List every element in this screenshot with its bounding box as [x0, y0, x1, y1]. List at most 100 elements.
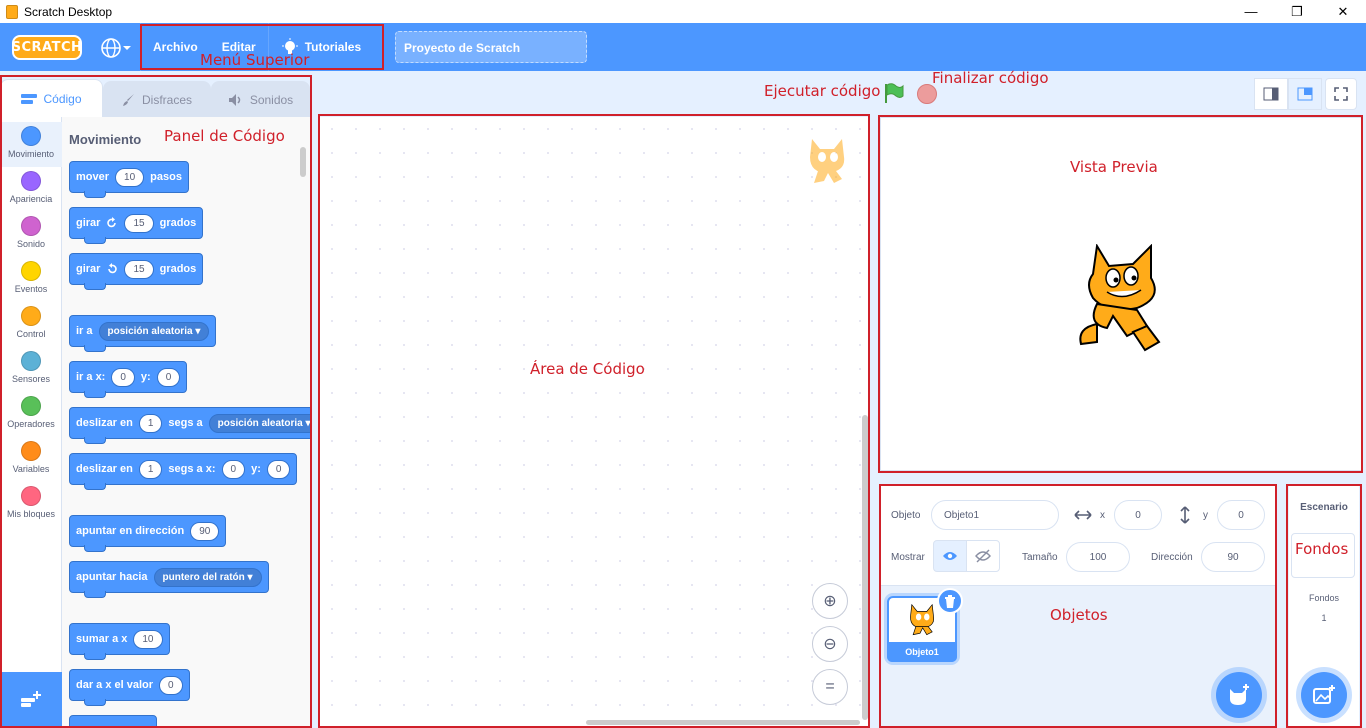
sprite-name-input[interactable]: Objeto1 [931, 500, 1059, 530]
category-operators[interactable]: Operadores [0, 392, 62, 437]
size-label: Tamaño [1022, 552, 1058, 563]
block-text: apuntar hacia [76, 571, 148, 583]
eye-slash-icon [975, 549, 991, 563]
block-text: mover [76, 171, 110, 183]
block-dropdown[interactable]: posición aleatoria ▾ [208, 413, 310, 433]
zoom-in-button[interactable]: ⊕ [812, 583, 848, 619]
close-button[interactable]: ✕ [1320, 0, 1366, 23]
category-my-blocks[interactable]: Mis bloques [0, 482, 62, 527]
category-looks[interactable]: Apariencia [0, 167, 62, 212]
size-input[interactable]: 100 [1066, 542, 1130, 572]
block-input[interactable]: 0 [221, 459, 246, 479]
code-area[interactable] [320, 117, 870, 728]
dropdown-value: posición aleatoria [217, 417, 303, 429]
category-sensing[interactable]: Sensores [0, 347, 62, 392]
show-label: Mostrar [891, 552, 925, 563]
hide-sprite-button[interactable] [966, 540, 1000, 572]
normal-stage-button[interactable] [1288, 78, 1322, 110]
block-change-x[interactable]: sumar a x 10 [69, 623, 170, 660]
image-plus-icon [1313, 685, 1335, 704]
category-sound[interactable]: Sonido [0, 212, 62, 257]
cat-plus-icon [1230, 684, 1249, 705]
category-control[interactable]: Control [0, 302, 62, 347]
block-point-towards[interactable]: apuntar hacia puntero del ratón ▾ [69, 561, 269, 598]
category-label: Apariencia [9, 194, 53, 204]
palette-scrollbar[interactable] [300, 147, 306, 177]
stage-selector[interactable]: Escenario Fondos 1 [1289, 486, 1359, 728]
stop-icon[interactable] [917, 84, 937, 104]
block-set-x[interactable]: dar a x el valor 0 [69, 669, 190, 706]
title-bar: Scratch Desktop — ❐ ✕ [0, 0, 1366, 23]
direction-input[interactable]: 90 [1201, 542, 1265, 572]
sprite-info: Objeto Objeto1 x 0 y 0 Mostrar Tamaño 10… [880, 486, 1276, 586]
project-title-input[interactable]: Proyecto de Scratch [395, 31, 587, 63]
annotation-sprites: Objetos [1050, 606, 1108, 624]
zoom-out-icon: ⊖ [823, 636, 837, 653]
category-motion[interactable]: Movimiento [0, 122, 62, 167]
app-icon [6, 4, 18, 19]
show-sprite-button[interactable] [933, 540, 967, 572]
block-text: grados [159, 263, 197, 275]
trash-icon [945, 594, 955, 608]
category-events[interactable]: Eventos [0, 257, 62, 302]
x-input[interactable]: 0 [1114, 500, 1162, 530]
block-input[interactable]: 15 [124, 259, 154, 279]
zoom-reset-button[interactable]: = [812, 669, 848, 705]
block-input[interactable]: 0 [159, 675, 183, 695]
fullscreen-button[interactable] [1325, 78, 1357, 110]
code-area-vscrollbar[interactable] [862, 415, 868, 720]
block-partial[interactable] [69, 715, 157, 728]
block-dropdown[interactable]: puntero del ratón ▾ [153, 567, 262, 587]
scratch-cat-sprite[interactable] [1067, 244, 1177, 354]
block-glide-xy[interactable]: deslizar en 1 segs a x: 0 y: 0 [69, 453, 298, 490]
delete-sprite-button[interactable] [937, 588, 963, 614]
block-text: pasos [150, 171, 182, 183]
annotation-code-area: Área de Código [530, 360, 645, 378]
block-text: deslizar en [76, 463, 133, 475]
scratch-logo[interactable]: SCRATCH [12, 35, 82, 60]
block-glide[interactable]: deslizar en 1 segs a posición aleatoria … [69, 407, 310, 444]
block-input[interactable]: 90 [190, 521, 220, 541]
block-turn-left[interactable]: girar 15 grados [69, 253, 204, 290]
code-area-hscrollbar[interactable] [586, 720, 860, 725]
block-goto-xy[interactable]: ir a x: 0 y: 0 [69, 361, 188, 398]
category-dot [21, 351, 41, 371]
block-goto[interactable]: ir a posición aleatoria ▾ [69, 315, 217, 352]
block-input[interactable]: 15 [124, 213, 154, 233]
block-text: ir a x: [76, 371, 106, 383]
block-point-direction[interactable]: apuntar en dirección 90 [69, 515, 227, 552]
minimize-button[interactable]: — [1228, 0, 1274, 23]
block-text: sumar a x [76, 633, 128, 645]
block-input[interactable]: 10 [133, 629, 163, 649]
block-turn-right[interactable]: girar 15 grados [69, 207, 204, 244]
y-input[interactable]: 0 [1217, 500, 1265, 530]
rotate-left-icon [108, 263, 118, 274]
block-text: girar [76, 217, 101, 229]
tab-costumes[interactable]: Disfraces [103, 81, 211, 117]
block-input[interactable]: 10 [115, 167, 145, 187]
block-move[interactable]: mover 10 pasos [69, 161, 189, 198]
tab-sounds[interactable]: Sonidos [211, 81, 310, 117]
block-input[interactable]: 0 [156, 367, 181, 387]
category-label: Operadores [7, 419, 55, 429]
caret-down-icon [123, 45, 131, 50]
rotate-right-icon [107, 217, 117, 228]
add-sprite-button[interactable] [1216, 672, 1262, 718]
small-stage-button[interactable] [1254, 78, 1288, 110]
menu-file[interactable]: Archivo [153, 40, 198, 54]
zoom-out-button[interactable]: ⊖ [812, 626, 848, 662]
block-input[interactable]: 1 [138, 459, 163, 479]
language-button[interactable] [100, 35, 136, 60]
green-flag-icon[interactable] [883, 82, 905, 104]
block-input[interactable]: 1 [138, 413, 163, 433]
add-backdrop-button[interactable] [1301, 672, 1347, 718]
maximize-button[interactable]: ❐ [1274, 0, 1320, 23]
normal-stage-icon [1297, 87, 1313, 101]
block-dropdown[interactable]: posición aleatoria ▾ [98, 321, 210, 341]
block-input[interactable]: 0 [266, 459, 291, 479]
block-input[interactable]: 0 [111, 367, 135, 387]
add-extension-button[interactable] [0, 672, 62, 728]
tab-code[interactable]: Código [0, 79, 103, 117]
blocks-palette: Movimiento mover 10 pasos girar 15 grado… [62, 117, 310, 728]
category-variables[interactable]: Variables [0, 437, 62, 482]
